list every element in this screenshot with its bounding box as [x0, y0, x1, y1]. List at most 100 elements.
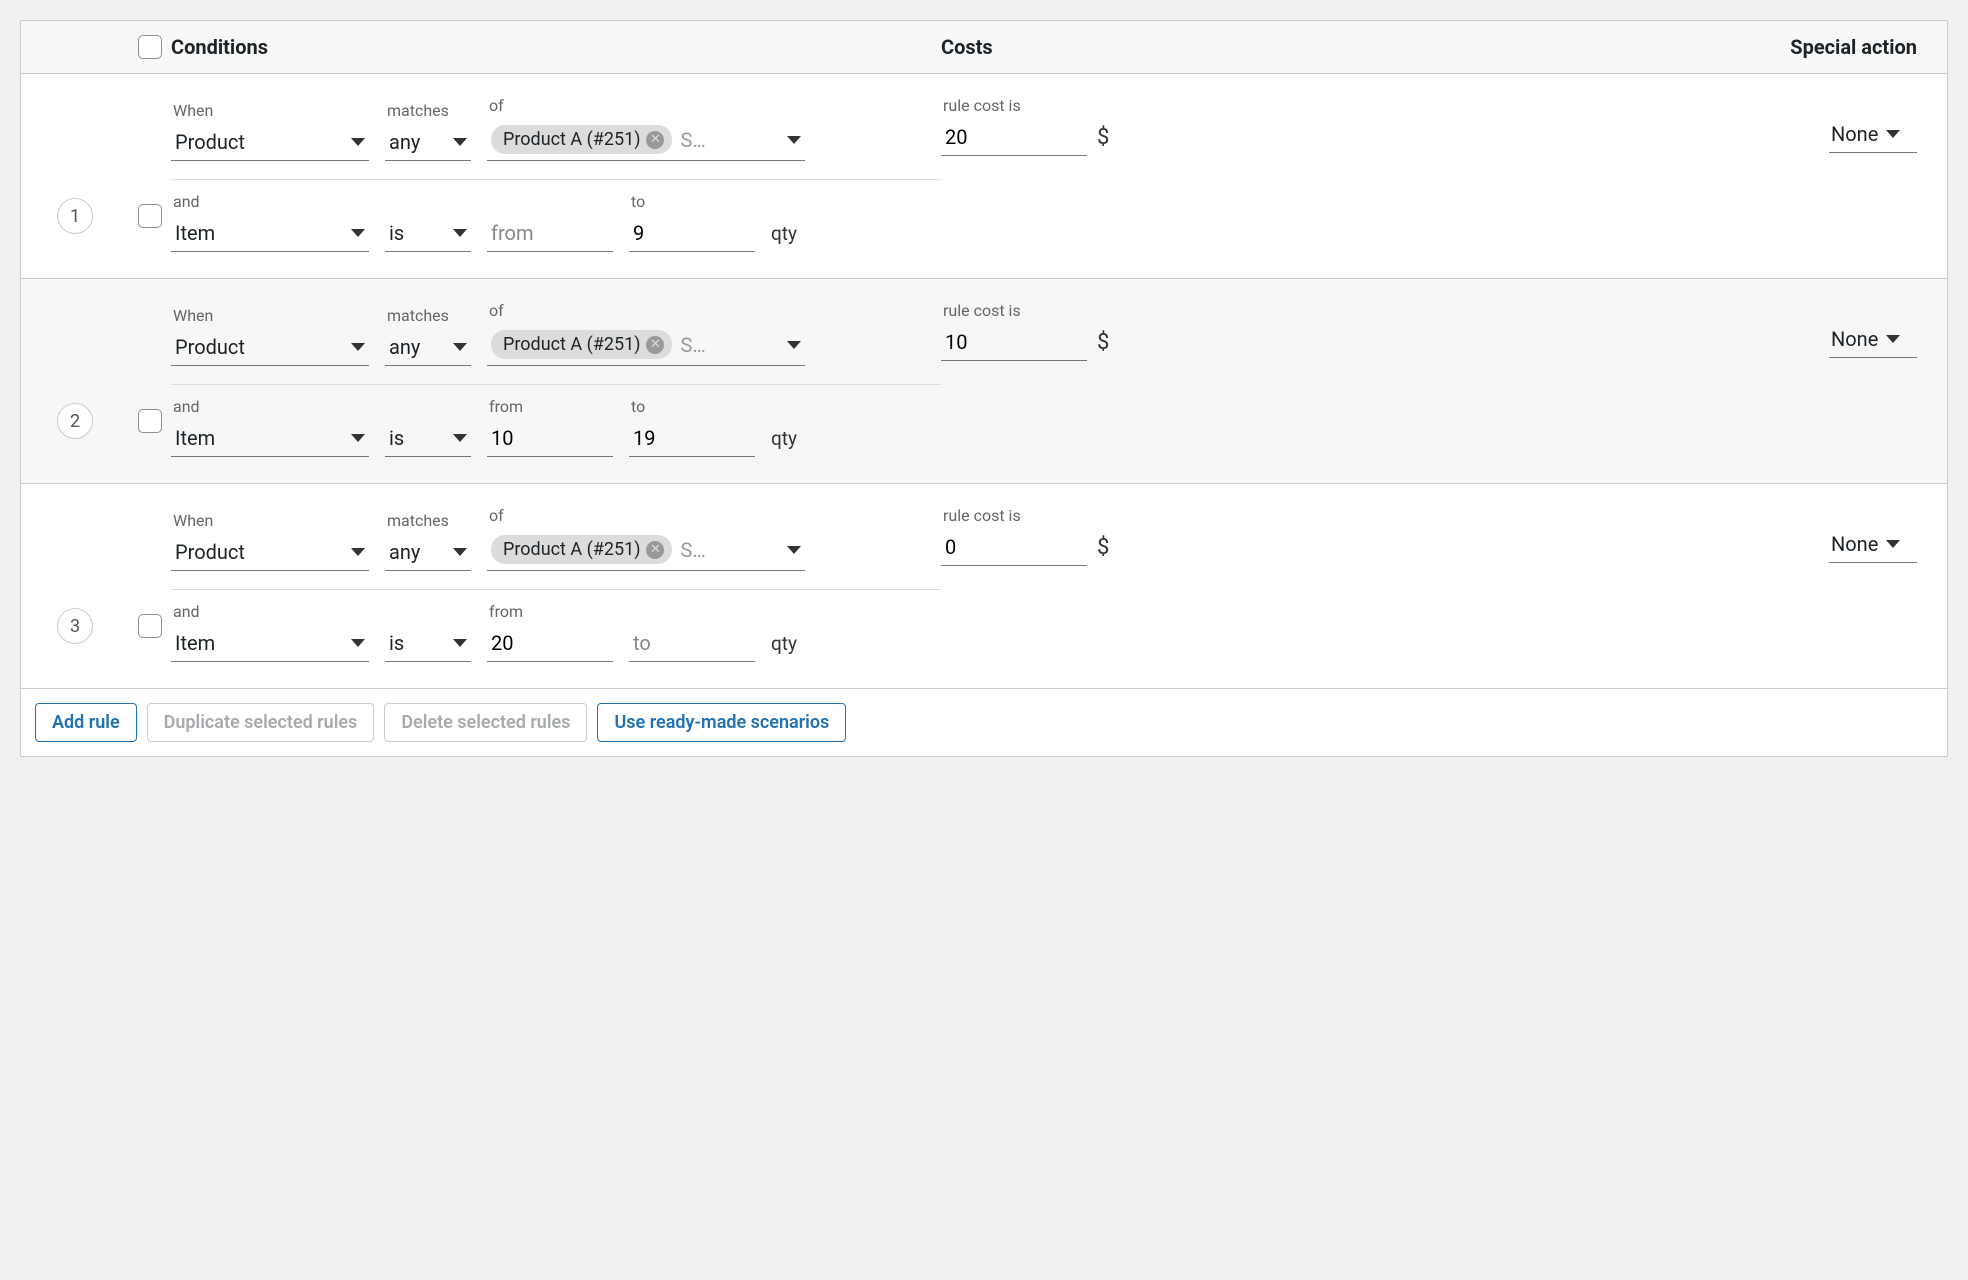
when-select[interactable]: Product: [171, 534, 369, 571]
and-select[interactable]: Item: [171, 625, 369, 662]
divider: [171, 589, 941, 590]
scenarios-button[interactable]: Use ready-made scenarios: [597, 703, 846, 742]
select-all-checkbox[interactable]: [138, 35, 162, 59]
chip-label: Product A (#251): [503, 334, 640, 355]
col-costs: Costs: [941, 35, 1790, 59]
rule-number: 2: [57, 403, 93, 439]
qty-unit: qty: [771, 222, 797, 252]
and-select[interactable]: Item: [171, 215, 369, 252]
from-field[interactable]: [491, 221, 609, 245]
label-empty: [385, 192, 471, 211]
label-of: of: [487, 96, 805, 115]
chevron-down-icon: [351, 548, 365, 556]
cost-field[interactable]: [945, 535, 1083, 559]
when-value: Product: [175, 335, 245, 359]
chevron-down-icon: [787, 136, 801, 144]
cost-input[interactable]: [941, 529, 1087, 566]
col-special-action: Special action: [1790, 35, 1927, 59]
when-select[interactable]: Product: [171, 124, 369, 161]
chevron-down-icon: [1886, 335, 1900, 343]
matches-value: any: [389, 335, 420, 359]
from-input[interactable]: [487, 215, 613, 252]
is-select[interactable]: is: [385, 420, 471, 457]
and-value: Item: [175, 631, 215, 655]
chevron-down-icon: [351, 229, 365, 237]
close-icon[interactable]: ✕: [646, 336, 664, 354]
duplicate-button[interactable]: Duplicate selected rules: [147, 703, 375, 742]
cost-input[interactable]: [941, 324, 1087, 361]
matches-select[interactable]: any: [385, 124, 471, 161]
label-empty: [629, 602, 755, 621]
chevron-down-icon: [453, 548, 467, 556]
search-placeholder: S…: [680, 333, 779, 357]
when-select[interactable]: Product: [171, 329, 369, 366]
label-when: When: [171, 511, 369, 530]
cost-field[interactable]: [945, 330, 1083, 354]
label-matches: matches: [385, 306, 471, 325]
currency-symbol: $: [1097, 125, 1109, 156]
label-to: to: [629, 397, 755, 416]
of-select[interactable]: Product A (#251) ✕ S…: [487, 119, 805, 161]
label-and: and: [171, 602, 369, 621]
chevron-down-icon: [1886, 130, 1900, 138]
label-empty: [385, 397, 471, 416]
of-select[interactable]: Product A (#251) ✕ S…: [487, 324, 805, 366]
label-cost: rule cost is: [941, 506, 1109, 525]
from-field[interactable]: [491, 631, 609, 655]
to-input[interactable]: [629, 625, 755, 662]
label-cost: rule cost is: [941, 301, 1109, 320]
label-and: and: [171, 397, 369, 416]
action-value: None: [1831, 532, 1878, 556]
is-value: is: [389, 221, 404, 245]
search-placeholder: S…: [680, 128, 779, 152]
table-header: Conditions Costs Special action: [21, 21, 1947, 74]
to-input[interactable]: [629, 420, 755, 457]
label-when: When: [171, 101, 369, 120]
add-rule-button[interactable]: Add rule: [35, 703, 137, 742]
from-input[interactable]: [487, 420, 613, 457]
chevron-down-icon: [351, 434, 365, 442]
rule-checkbox[interactable]: [138, 614, 162, 638]
label-empty: [487, 192, 613, 211]
cost-field[interactable]: [945, 125, 1083, 149]
chevron-down-icon: [351, 138, 365, 146]
rule-checkbox[interactable]: [138, 204, 162, 228]
chevron-down-icon: [453, 639, 467, 647]
to-input[interactable]: [629, 215, 755, 252]
to-field[interactable]: [633, 631, 751, 655]
qty-unit: qty: [771, 632, 797, 662]
rule-row: 1 When Product matches any: [21, 74, 1947, 279]
chip-label: Product A (#251): [503, 129, 640, 150]
special-action-select[interactable]: None: [1829, 321, 1917, 358]
to-field[interactable]: [633, 221, 751, 245]
is-select[interactable]: is: [385, 215, 471, 252]
special-action-select[interactable]: None: [1829, 116, 1917, 153]
chevron-down-icon: [351, 639, 365, 647]
product-chip: Product A (#251) ✕: [491, 330, 672, 359]
chevron-down-icon: [1886, 540, 1900, 548]
is-value: is: [389, 426, 404, 450]
is-select[interactable]: is: [385, 625, 471, 662]
special-action-select[interactable]: None: [1829, 526, 1917, 563]
close-icon[interactable]: ✕: [646, 131, 664, 149]
cost-input[interactable]: [941, 119, 1087, 156]
matches-select[interactable]: any: [385, 329, 471, 366]
of-select[interactable]: Product A (#251) ✕ S…: [487, 529, 805, 571]
matches-value: any: [389, 540, 420, 564]
rule-checkbox[interactable]: [138, 409, 162, 433]
label-cost: rule cost is: [941, 96, 1109, 115]
to-field[interactable]: [633, 426, 751, 450]
and-value: Item: [175, 426, 215, 450]
label-to: to: [629, 192, 755, 211]
when-value: Product: [175, 540, 245, 564]
matches-select[interactable]: any: [385, 534, 471, 571]
from-field[interactable]: [491, 426, 609, 450]
currency-symbol: $: [1097, 535, 1109, 566]
close-icon[interactable]: ✕: [646, 541, 664, 559]
from-input[interactable]: [487, 625, 613, 662]
and-select[interactable]: Item: [171, 420, 369, 457]
rule-row: 3 When Product matches any: [21, 484, 1947, 689]
delete-button[interactable]: Delete selected rules: [384, 703, 587, 742]
label-from: from: [487, 397, 613, 416]
chevron-down-icon: [787, 341, 801, 349]
